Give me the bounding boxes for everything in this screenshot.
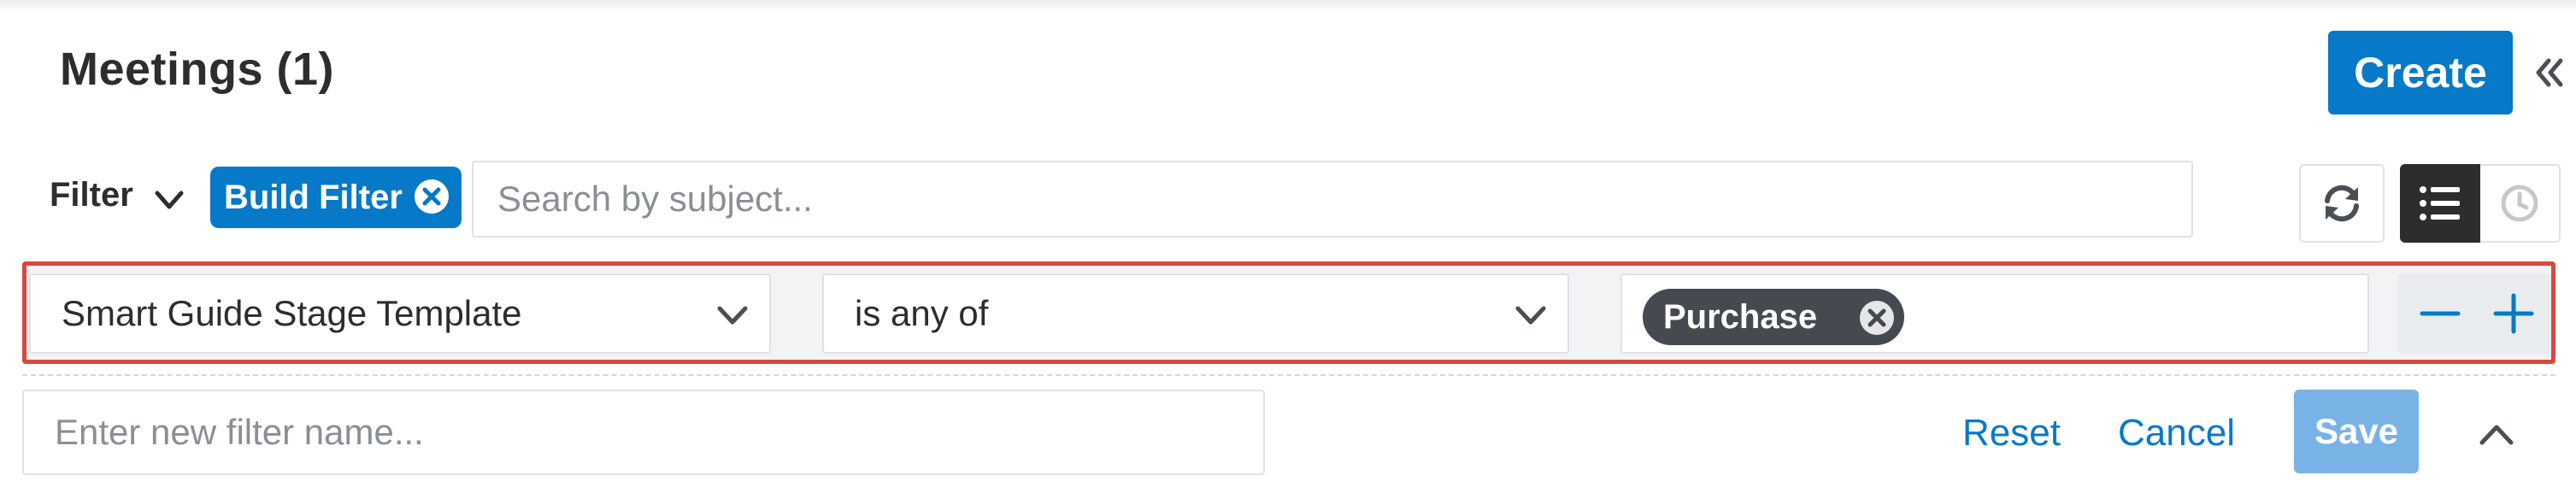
filter-row-highlight xyxy=(22,261,2555,364)
double-chevron-left-icon xyxy=(2536,58,2563,87)
search-input[interactable]: Search by subject... xyxy=(472,161,2193,238)
timeline-view-toggle[interactable] xyxy=(2480,164,2561,243)
filter-label[interactable]: Filter xyxy=(50,176,133,214)
chevron-down-icon[interactable] xyxy=(152,183,186,217)
clock-icon xyxy=(2501,185,2538,222)
top-shadow xyxy=(0,0,2576,12)
reset-button[interactable]: Reset xyxy=(1962,412,2061,455)
save-button[interactable]: Save xyxy=(2294,390,2419,473)
build-filter-pill[interactable]: Build Filter xyxy=(210,167,462,228)
create-button[interactable]: Create xyxy=(2328,31,2513,114)
refresh-icon xyxy=(2325,185,2359,222)
cancel-button[interactable]: Cancel xyxy=(2118,412,2235,455)
refresh-button[interactable] xyxy=(2299,164,2385,243)
divider xyxy=(22,374,2555,376)
collapse-panel-button[interactable] xyxy=(2528,44,2569,101)
list-view-toggle[interactable] xyxy=(2400,164,2480,243)
list-view-icon xyxy=(2420,186,2460,220)
filter-name-input[interactable]: Enter new filter name... xyxy=(22,390,1265,475)
remove-circle-icon[interactable] xyxy=(414,179,450,214)
page-title: Meetings (1) xyxy=(60,44,335,95)
build-filter-label: Build Filter xyxy=(224,178,403,216)
chevron-up-icon[interactable] xyxy=(2477,417,2516,451)
